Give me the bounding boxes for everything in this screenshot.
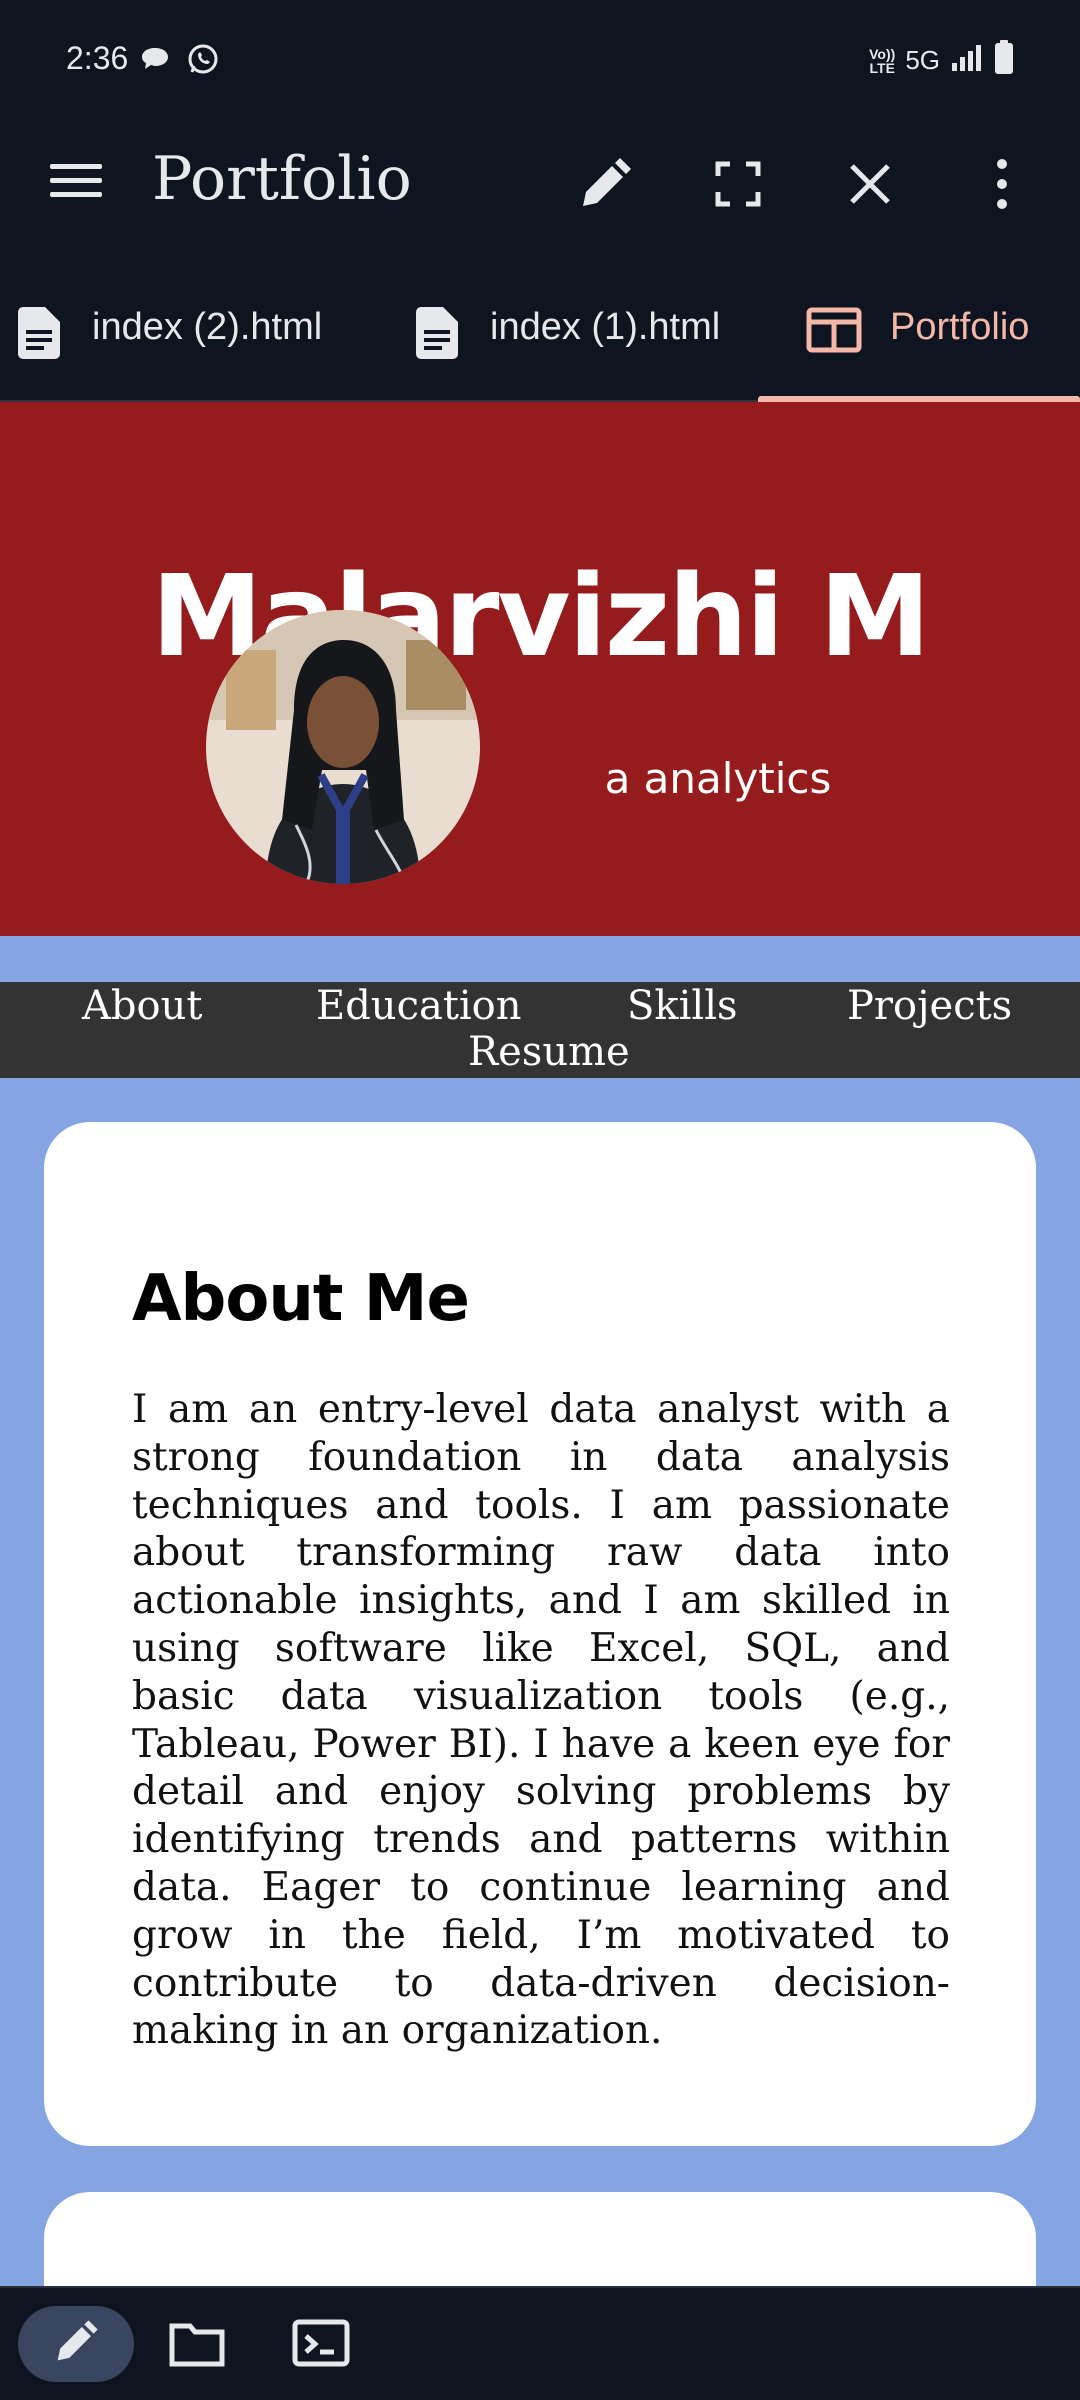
nav-link-education[interactable]: Education	[316, 982, 522, 1030]
about-heading: About Me	[132, 1262, 470, 1336]
tab-label: Portfolio	[890, 306, 1030, 348]
tab-index-1[interactable]: index (1).html	[412, 306, 720, 394]
tab-portfolio[interactable]: Portfolio	[806, 306, 1029, 394]
close-icon[interactable]	[840, 154, 900, 214]
signal-icon	[950, 43, 984, 78]
app-bar: Portfolio	[0, 118, 1080, 244]
editor-mode-button[interactable]	[18, 2306, 134, 2382]
network-type: 5G	[905, 45, 940, 75]
battery-icon	[994, 40, 1014, 81]
status-time: 2:36	[66, 40, 129, 76]
fullscreen-icon[interactable]	[708, 154, 768, 214]
whatsapp-icon	[186, 42, 220, 81]
file-icon	[412, 306, 462, 370]
terminal-icon[interactable]	[292, 2318, 350, 2372]
next-section-card	[44, 2192, 1036, 2286]
nav-link-projects[interactable]: Projects	[847, 982, 1012, 1030]
status-right-group: Vo)) LTE 5G	[869, 40, 1014, 81]
edit-icon	[51, 2317, 101, 2371]
volte-indicator: Vo)) LTE	[869, 45, 896, 76]
profile-photo	[206, 610, 480, 884]
hero-header: Malarvizhi M a analytics	[0, 402, 1080, 936]
tab-label: index (2).html	[92, 306, 323, 348]
tab-bar: index (2).html index (1).html Portfolio	[0, 244, 1080, 402]
bottom-toolbar	[0, 2286, 1080, 2400]
chat-bubble-icon	[140, 46, 170, 77]
hero-name: Malarvizhi M	[151, 552, 930, 682]
site-nav: About Education Skills Projects Resume	[0, 982, 1080, 1078]
app-title: Portfolio	[152, 144, 412, 214]
edit-icon[interactable]	[575, 154, 635, 214]
about-text: I am an entry-level data analyst with a …	[132, 1387, 950, 2054]
status-bar: 2:36 Vo)) LTE 5G	[0, 0, 1080, 118]
file-icon	[14, 306, 64, 370]
web-preview-icon	[806, 306, 862, 364]
hero-subtitle: a analytics	[604, 754, 832, 803]
tab-index-2[interactable]: index (2).html	[14, 306, 322, 394]
folder-icon[interactable]	[168, 2318, 226, 2372]
nav-link-about[interactable]: About	[82, 982, 202, 1030]
tab-label: index (1).html	[490, 306, 721, 348]
menu-icon[interactable]	[50, 162, 102, 200]
about-card: About Me I am an entry-level data analys…	[44, 1122, 1036, 2146]
web-preview[interactable]: Malarvizhi M a analytics About Education…	[0, 402, 1080, 2286]
nav-link-resume[interactable]: Resume	[468, 1028, 630, 1076]
more-vert-icon[interactable]	[972, 154, 1032, 214]
nav-link-skills[interactable]: Skills	[627, 982, 738, 1030]
